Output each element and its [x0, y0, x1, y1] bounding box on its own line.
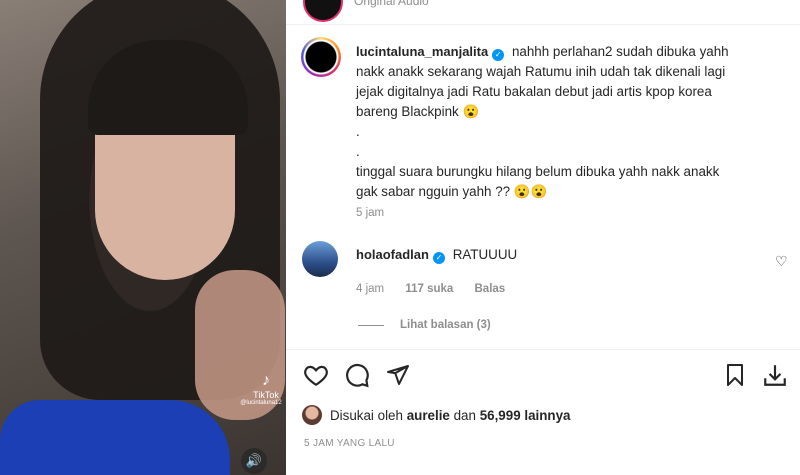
tiktok-logo-icon: ♪ [262, 372, 270, 389]
comment-line: jejak digitalnya jadi Ratu bakalan debut… [356, 84, 712, 99]
author-avatar[interactable] [303, 0, 343, 22]
post-header: Original Audio [286, 0, 800, 25]
verified-icon: ✓ [432, 252, 445, 264]
action-bar [286, 360, 800, 396]
reply-button[interactable]: Balas [475, 283, 506, 295]
comment-line: bareng Blackpink 😮 [356, 104, 480, 119]
tiktok-user: @lucintaluna12 [240, 400, 282, 406]
comment-username[interactable]: lucintaluna_manjalita [356, 44, 488, 59]
commenter-avatar[interactable] [301, 37, 341, 77]
comment-username[interactable]: holaofadlan [356, 247, 429, 262]
post-time-ago: 5 JAM YANG LALU [304, 438, 395, 449]
heart-icon[interactable] [301, 360, 331, 390]
comment-icon[interactable] [342, 360, 372, 390]
likes-prefix: Disukai oleh [330, 407, 403, 423]
audio-label[interactable]: Original Audio [354, 0, 429, 8]
comment-line: tinggal suara burungku hilang belum dibu… [356, 164, 720, 179]
comment-timestamp[interactable]: 4 jam [356, 283, 384, 295]
replies-dash [358, 324, 384, 326]
comment-line: gak sabar ngguin yahh ?? 😮😮 [356, 184, 548, 199]
view-replies-button[interactable]: Lihat balasan (3) [358, 319, 491, 331]
caption-comment: lucintaluna_manjalita ✓ nahhh perlahan2 s… [356, 42, 766, 202]
divider [286, 349, 800, 350]
comment-text: RATUUUU [452, 247, 518, 262]
post-side-panel: Original Audio lucintaluna_manjalita ✓ na… [286, 0, 800, 475]
comment-line: nakk anakk sekarang wajah Ratumu inih ud… [356, 64, 726, 79]
download-icon[interactable] [760, 360, 790, 390]
likes-summary: Disukai oleh aurelie dan 56,999 lainnya [302, 405, 571, 425]
video-frame-dress [0, 400, 230, 475]
comment-like-heart-icon[interactable]: ♡ [775, 253, 788, 270]
liker-avatar[interactable] [302, 405, 322, 425]
share-icon[interactable] [383, 360, 413, 390]
likes-count[interactable]: 56,999 lainnya [480, 408, 571, 423]
view-replies-label: Lihat balasan (3) [400, 319, 491, 331]
bookmark-icon[interactable] [720, 360, 750, 390]
tiktok-label: TikTok [253, 390, 279, 400]
comment-line: . [356, 124, 360, 139]
tiktok-watermark: ♪ TikTok @lucintaluna12 [240, 372, 284, 406]
reply-comment: holaofadlan ✓ RATUUUU [356, 247, 517, 264]
comment-line: nahhh perlahan2 sudah dibuka yahh [511, 44, 729, 59]
sound-icon[interactable]: 🔊 [241, 448, 267, 474]
comment-likes[interactable]: 117 suka [405, 283, 453, 295]
comment-timestamp[interactable]: 5 jam [356, 207, 384, 219]
liker-username[interactable]: aurelie [407, 408, 450, 423]
commenter-avatar[interactable] [302, 241, 338, 277]
verified-icon: ✓ [492, 49, 505, 61]
likes-joiner: dan [453, 407, 476, 423]
post-video[interactable]: ♪ TikTok @lucintaluna12 🔊 [0, 0, 286, 475]
comment-line: . [356, 144, 360, 159]
comment-meta: 4 jam 117 suka Balas [356, 283, 523, 295]
